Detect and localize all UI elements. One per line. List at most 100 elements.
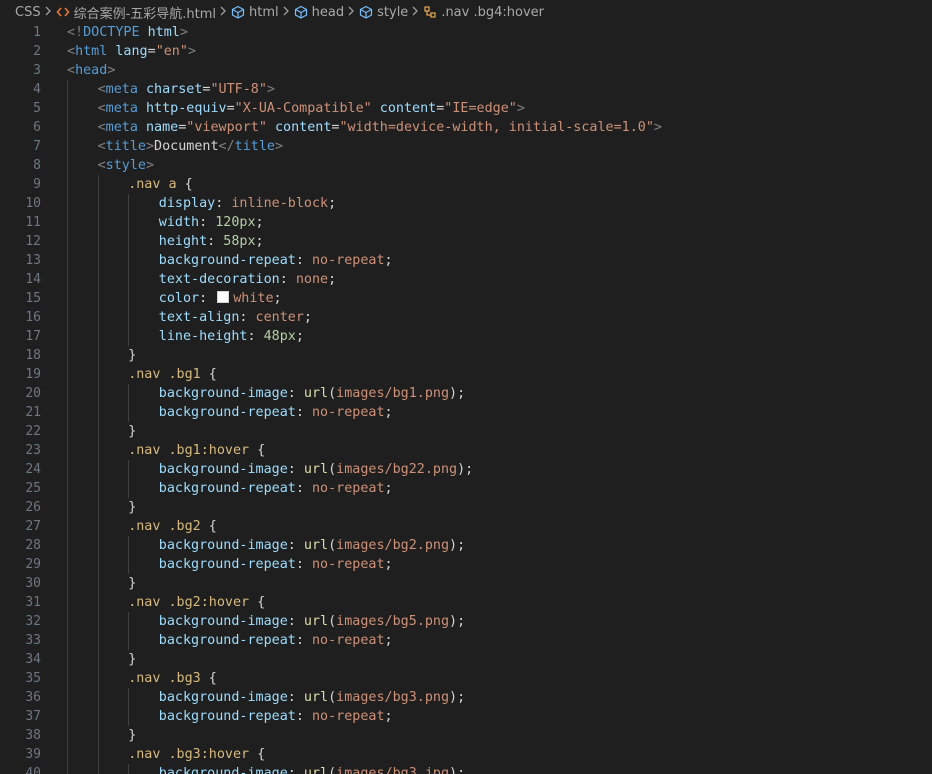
code-line[interactable]: 26} — [0, 498, 932, 517]
code-line[interactable]: 4 <meta charset="UTF-8"> — [0, 80, 932, 99]
code-line[interactable]: 33 background-repeat: no-repeat; — [0, 631, 932, 650]
code-line[interactable]: 34} — [0, 650, 932, 669]
indent-guide — [97, 764, 99, 774]
breadcrumb-item[interactable]: style — [358, 4, 408, 20]
indent-guide — [67, 593, 68, 612]
code-line[interactable]: 37 background-repeat: no-repeat; — [0, 707, 932, 726]
indent-guide — [67, 175, 68, 194]
token-prop: background-image — [158, 766, 288, 774]
code-line[interactable]: 5 <meta http-equiv="X-UA-Compatible" cont… — [0, 99, 932, 118]
indent-guide — [67, 555, 68, 574]
indent-guide — [97, 327, 99, 346]
code-line[interactable]: 14 text-decoration: none; — [0, 270, 932, 289]
code-line[interactable]: 31 .nav .bg2:hover { — [0, 593, 932, 612]
breadcrumb-item[interactable]: CSS — [15, 5, 41, 20]
code-line[interactable]: 27 .nav .bg2 { — [0, 517, 932, 536]
token-tag: < — [97, 101, 106, 116]
token-txt: ( — [328, 386, 337, 401]
token-attr: charset — [145, 82, 203, 97]
code-line[interactable]: 6 <meta name="viewport" content="width=de… — [0, 118, 932, 137]
token-val: images/bg3.jpg — [336, 766, 450, 774]
token-txt: { — [200, 367, 217, 382]
code-line[interactable]: 18} — [0, 346, 932, 365]
code-text: background-repeat: no-repeat; — [159, 479, 393, 498]
breadcrumb-item[interactable]: .nav .bg4:hover — [422, 4, 544, 20]
code-line[interactable]: 12 height: 58px; — [0, 232, 932, 251]
indent-guide — [67, 270, 68, 289]
code-line[interactable]: 11 width: 120px; — [0, 213, 932, 232]
line-number: 39 — [25, 747, 41, 762]
breadcrumb-item[interactable]: head — [293, 4, 344, 20]
code-line[interactable]: 36 background-image: url(images/bg3.png); — [0, 688, 932, 707]
code-text: <title>Document</title> — [98, 137, 283, 156]
code-line[interactable]: 24 background-image: url(images/bg22.png)… — [0, 460, 932, 479]
token-tag: > — [653, 120, 662, 135]
code-line[interactable]: 7 <title>Document</title> — [0, 137, 932, 156]
code-editor[interactable]: 1 <!DOCTYPE html> 2 <html lang="en"> 3 <head>… — [0, 22, 932, 774]
indent-guide — [97, 555, 99, 574]
code-line[interactable]: 16 text-align: center; — [0, 308, 932, 327]
code-text: } — [128, 726, 136, 745]
indent-guide — [67, 384, 68, 403]
code-line[interactable]: 23 .nav .bg1:hover { — [0, 441, 932, 460]
code-line[interactable]: 3 <head> — [0, 61, 932, 80]
indent-guide — [128, 289, 130, 308]
code-text: .nav .bg3:hover { — [128, 745, 265, 764]
code-text: } — [128, 498, 136, 517]
code-text: } — [128, 422, 136, 441]
code-line[interactable]: 22} — [0, 422, 932, 441]
color-swatch-icon[interactable] — [217, 291, 230, 303]
token-txt: ; — [384, 481, 393, 496]
token-sel: .bg1:hover — [168, 443, 250, 458]
code-line[interactable]: 2 <html lang="en"> — [0, 42, 932, 61]
breadcrumb-item[interactable]: html — [230, 4, 279, 20]
line-number: 5 — [33, 101, 41, 116]
token-sel: a — [168, 177, 177, 192]
code-line[interactable]: 30} — [0, 574, 932, 593]
token-txt: : — [295, 633, 312, 648]
line-number: 26 — [25, 500, 41, 515]
code-line[interactable]: 28 background-image: url(images/bg2.png); — [0, 536, 932, 555]
code-line[interactable]: 32 background-image: url(images/bg5.png); — [0, 612, 932, 631]
code-line[interactable]: 29 background-repeat: no-repeat; — [0, 555, 932, 574]
token-fn: url — [303, 690, 329, 705]
token-txt: : — [295, 405, 312, 420]
code-line[interactable]: 17 line-height: 48px; — [0, 327, 932, 346]
code-line[interactable]: 35 .nav .bg3 { — [0, 669, 932, 688]
code-line[interactable]: 15 color: white; — [0, 289, 932, 308]
token-val: no-repeat — [311, 481, 385, 496]
breadcrumb-item[interactable]: 综合案例-五彩导航.html — [55, 3, 216, 22]
line-number: 18 — [25, 348, 41, 363]
token-sel: .nav — [128, 595, 161, 610]
code-text: .nav .bg2:hover { — [128, 593, 265, 612]
code-line[interactable]: 10 display: inline-block; — [0, 194, 932, 213]
code-line[interactable]: 21 background-repeat: no-repeat; — [0, 403, 932, 422]
chevron-right-icon — [408, 5, 422, 19]
code-line[interactable]: 38} — [0, 726, 932, 745]
code-line[interactable]: 8 <style> — [0, 156, 932, 175]
code-line[interactable]: 40 background-image: url(images/bg3.jpg); — [0, 764, 932, 774]
code-text: display: inline-block; — [159, 194, 336, 213]
code-text: background-image: url(images/bg3.png); — [159, 688, 465, 707]
code-line[interactable]: 9 .nav a { — [0, 175, 932, 194]
token-tagname: head — [75, 63, 108, 78]
code-text: <meta http-equiv="X-UA-Compatible" conte… — [98, 99, 525, 118]
token-sel: .nav — [128, 747, 161, 762]
code-line[interactable]: 39 .nav .bg3:hover { — [0, 745, 932, 764]
indent-guide — [128, 764, 130, 774]
token-val: no-repeat — [311, 405, 385, 420]
code-line[interactable]: 25 background-repeat: no-repeat; — [0, 479, 932, 498]
code-line[interactable]: 1 <!DOCTYPE html> — [0, 23, 932, 42]
code-line[interactable]: 20 background-image: url(images/bg1.png); — [0, 384, 932, 403]
indent-guide — [67, 574, 68, 593]
code-text: text-align: center; — [159, 308, 312, 327]
line-number: 34 — [25, 652, 41, 667]
code-line[interactable]: 13 background-repeat: no-repeat; — [0, 251, 932, 270]
token-sel: .bg3:hover — [168, 747, 250, 762]
code-text: <head> — [67, 61, 115, 80]
code-line[interactable]: 19 .nav .bg1 { — [0, 365, 932, 384]
token-txt: : — [295, 557, 312, 572]
